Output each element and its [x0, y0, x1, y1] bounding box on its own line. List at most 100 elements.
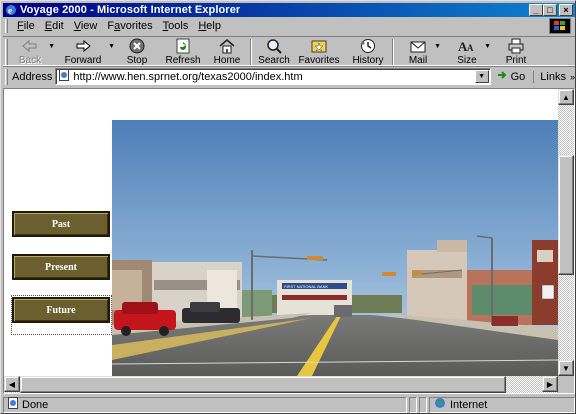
home-icon — [218, 38, 236, 54]
scroll-left-button[interactable]: ◀ — [4, 376, 20, 392]
history-icon — [359, 38, 377, 54]
history-button[interactable]: History — [347, 37, 389, 67]
refresh-label: Refresh — [165, 55, 201, 66]
mail-icon — [409, 38, 427, 54]
forward-arrow-icon — [74, 38, 92, 54]
browser-content: Past Present Future FIRST NATIONAL BANK … — [3, 88, 575, 394]
future-label: Future — [46, 304, 76, 316]
windows-logo-icon — [549, 18, 571, 34]
vertical-scroll-thumb[interactable] — [558, 155, 574, 275]
standard-toolbar: Back ▼ Forward ▼ Stop Refresh Home Searc… — [3, 36, 575, 66]
favorites-button[interactable]: Favorites — [295, 37, 343, 67]
address-input[interactable]: http://www.hen.sprnet.org/texas2000/inde… — [55, 68, 491, 85]
go-button[interactable]: Go — [497, 69, 526, 84]
menu-tools[interactable]: Tools — [158, 20, 194, 32]
scroll-right-button[interactable]: ▶ — [542, 376, 558, 392]
close-icon: × — [563, 4, 569, 15]
future-button[interactable]: Future — [12, 297, 110, 323]
back-arrow-icon — [21, 38, 39, 54]
printer-icon — [507, 38, 525, 54]
past-button[interactable]: Past — [12, 211, 110, 237]
ie-logo-icon: e — [5, 4, 17, 16]
nav-frame: Past Present Future — [11, 207, 112, 340]
status-text: Done — [22, 398, 49, 411]
menu-edit[interactable]: Edit — [40, 20, 69, 32]
toolbar-separator — [250, 39, 252, 65]
arrow-up-icon: ▲ — [562, 92, 570, 102]
horizontal-scroll-thumb[interactable] — [20, 376, 506, 393]
svg-text:A: A — [467, 43, 474, 53]
chevron-right-icon: » — [569, 71, 575, 82]
refresh-icon — [174, 38, 192, 54]
stop-label: Stop — [126, 55, 148, 66]
favorites-icon — [310, 38, 328, 54]
go-label: Go — [510, 70, 526, 83]
menu-grip[interactable] — [5, 19, 8, 33]
horizontal-scrollbar[interactable]: ◀ ▶ — [4, 376, 558, 393]
status-cell — [409, 396, 417, 413]
address-bar: Address http://www.hen.sprnet.org/texas2… — [3, 66, 575, 86]
menu-help[interactable]: Help — [193, 20, 226, 32]
search-button[interactable]: Search — [255, 37, 293, 67]
forward-label: Forward — [64, 55, 102, 66]
mail-button[interactable]: Mail ▼ — [401, 37, 441, 67]
scrollbar-corner — [558, 376, 574, 393]
home-label: Home — [213, 55, 241, 66]
stop-button[interactable]: Stop — [117, 37, 157, 67]
bank-sign: FIRST NATIONAL BANK — [284, 284, 328, 289]
globe-icon — [434, 397, 446, 412]
vertical-scrollbar[interactable]: ▲ ▼ — [558, 89, 574, 376]
status-bar: Done Internet — [3, 396, 575, 413]
address-url: http://www.hen.sprnet.org/texas2000/inde… — [73, 70, 303, 83]
font-size-icon: AA — [458, 38, 476, 54]
back-dropdown-icon[interactable]: ▼ — [48, 43, 55, 50]
maximize-button[interactable]: □ — [543, 4, 557, 16]
print-label: Print — [505, 55, 527, 66]
stop-icon — [128, 38, 146, 54]
search-icon — [265, 38, 283, 54]
minimize-icon: _ — [533, 4, 539, 15]
menu-bar: File Edit View Favorites Tools Help — [3, 17, 575, 35]
window-title: Voyage 2000 - Microsoft Internet Explore… — [20, 4, 241, 16]
minimize-button[interactable]: _ — [529, 4, 543, 16]
links-button[interactable]: Links » — [533, 70, 575, 83]
scroll-up-button[interactable]: ▲ — [558, 89, 574, 105]
menu-file[interactable]: File — [12, 20, 40, 32]
title-bar[interactable]: e Voyage 2000 - Microsoft Internet Explo… — [3, 3, 575, 17]
arrow-right-icon: ▶ — [546, 379, 554, 389]
status-cell — [419, 396, 427, 413]
home-button[interactable]: Home — [207, 37, 247, 67]
favorites-label: Favorites — [298, 55, 340, 66]
web-page: Past Present Future FIRST NATIONAL BANK — [4, 89, 558, 376]
present-label: Present — [44, 261, 78, 273]
svg-text:e: e — [8, 6, 12, 16]
toolbar-grip[interactable] — [5, 39, 8, 65]
arrow-left-icon: ◀ — [8, 379, 16, 389]
address-dropdown-icon[interactable]: ▼ — [474, 70, 489, 83]
print-button[interactable]: Print — [499, 37, 533, 67]
maximize-icon: □ — [547, 4, 553, 15]
forward-button[interactable]: Forward ▼ — [57, 37, 115, 67]
back-label: Back — [18, 55, 42, 66]
present-button[interactable]: Present — [12, 254, 110, 280]
zone-label: Internet — [450, 398, 488, 411]
close-button[interactable]: × — [559, 4, 573, 16]
address-grip[interactable] — [5, 68, 8, 85]
size-dropdown-icon[interactable]: ▼ — [484, 43, 491, 50]
toolbar-separator — [392, 39, 394, 65]
mail-label: Mail — [408, 55, 428, 66]
search-label: Search — [258, 55, 290, 66]
security-zone[interactable]: Internet — [429, 396, 575, 413]
back-button[interactable]: Back ▼ — [11, 37, 55, 67]
refresh-button[interactable]: Refresh — [161, 37, 205, 67]
forward-dropdown-icon[interactable]: ▼ — [108, 43, 115, 50]
menu-favorites[interactable]: Favorites — [102, 20, 157, 32]
size-button[interactable]: AA Size ▼ — [449, 37, 491, 67]
main-street-photo: FIRST NATIONAL BANK — [112, 120, 558, 376]
menu-view[interactable]: View — [69, 20, 103, 32]
go-arrow-icon — [497, 69, 509, 84]
mail-dropdown-icon[interactable]: ▼ — [434, 43, 441, 50]
page-done-icon — [7, 397, 19, 412]
status-main: Done — [3, 396, 407, 413]
scroll-down-button[interactable]: ▼ — [558, 360, 574, 376]
